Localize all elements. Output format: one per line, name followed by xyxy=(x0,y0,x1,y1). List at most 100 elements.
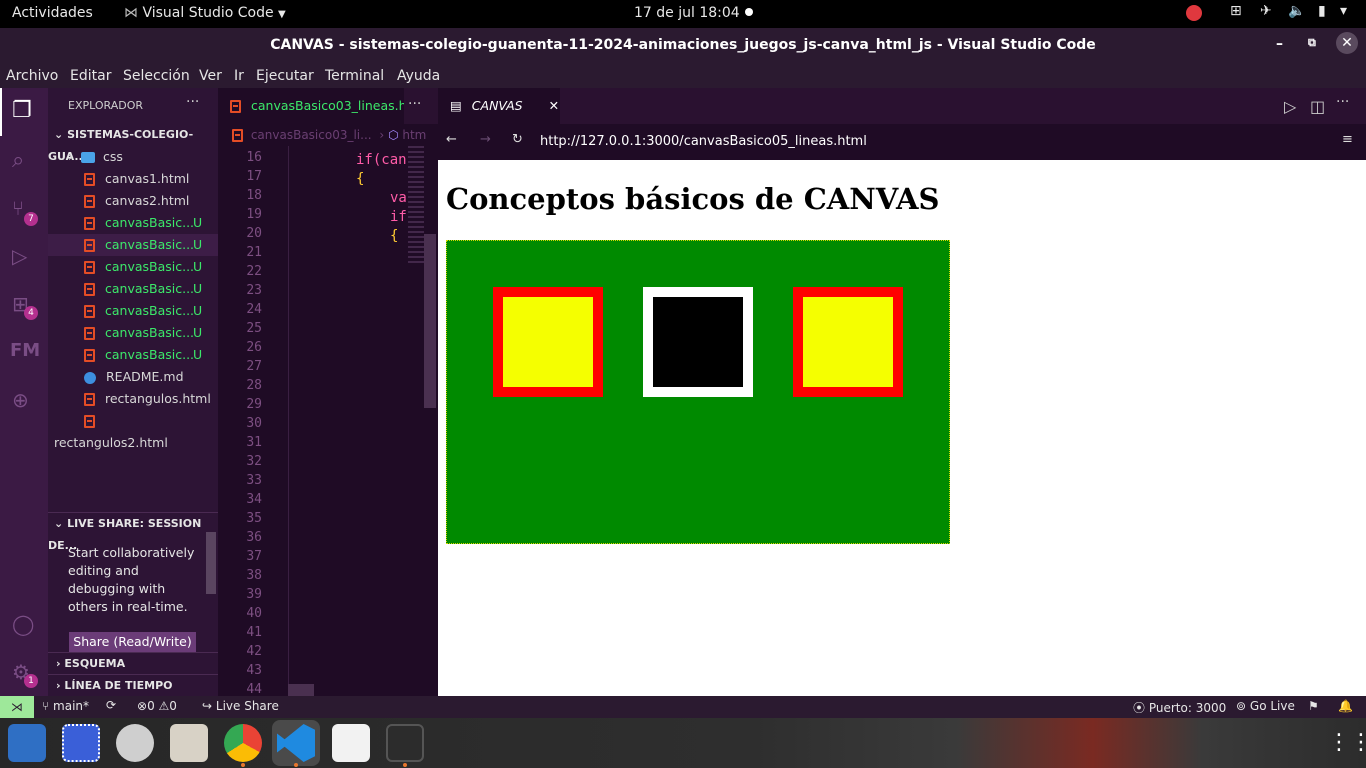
file-item[interactable]: canvasBasic... U xyxy=(48,344,218,366)
file-item[interactable]: canvasBasic... U xyxy=(48,256,218,278)
liveshare-section-header[interactable]: ⌄ LIVE SHARE: SESSION DE... xyxy=(48,512,218,552)
volume-icon[interactable]: 🔈 xyxy=(1288,3,1305,19)
url-bar[interactable]: http://127.0.0.1:3000/canvasBasico05_lin… xyxy=(540,134,867,149)
feedback-icon[interactable]: ⚑ xyxy=(1308,699,1319,713)
airplane-icon[interactable]: ✈ xyxy=(1260,3,1272,19)
bell-icon[interactable]: 🔔 xyxy=(1338,699,1353,713)
file-item[interactable]: rectangulos.html xyxy=(48,388,218,410)
horizontal-scrollbar[interactable] xyxy=(288,684,314,696)
golive-status[interactable]: ⊚ Go Live xyxy=(1236,699,1295,713)
more-actions-icon[interactable]: ··· xyxy=(186,94,199,110)
network-icon[interactable]: ⊞ xyxy=(1230,3,1242,19)
menu-editar[interactable]: Editar xyxy=(70,68,111,84)
back-icon[interactable]: ← xyxy=(446,132,457,147)
show-apps-icon[interactable]: ⋮⋮ xyxy=(1328,730,1366,755)
info-icon xyxy=(84,371,96,384)
editor-scrollbar[interactable] xyxy=(424,234,436,408)
forward-icon[interactable]: → xyxy=(480,132,491,147)
code-area[interactable]: 16 17 18 19 20 21 22 23 24 25 26 27 28 29 30 31 32 33 34 35… xyxy=(218,146,438,697)
terminal-app-icon[interactable] xyxy=(386,724,424,762)
search-icon[interactable]: ⌕ xyxy=(12,148,24,173)
file-item[interactable]: canvas1.html xyxy=(48,168,218,190)
close-window-icon[interactable]: ✕ xyxy=(1336,32,1358,54)
minimap[interactable] xyxy=(408,146,424,266)
html-file-icon xyxy=(232,129,243,142)
menu-ir[interactable]: Ir xyxy=(234,68,244,84)
explorer-icon[interactable]: ❐ xyxy=(12,98,32,123)
file-item[interactable]: README.md xyxy=(48,366,218,388)
canvas-square-outer xyxy=(493,287,603,397)
file-item[interactable]: canvasBasic... U xyxy=(48,322,218,344)
problems-status[interactable]: ⊗0 ⚠0 xyxy=(137,699,177,713)
menu-ayuda[interactable]: Ayuda xyxy=(397,68,440,84)
account-icon[interactable]: ◯ xyxy=(12,612,34,636)
warning-icon: ⚠ xyxy=(158,699,170,713)
clock[interactable]: 17 de jul 18:04 xyxy=(634,5,740,21)
file-item[interactable]: canvasBasic... U xyxy=(48,212,218,234)
html-file-icon xyxy=(84,173,95,186)
element-icon: ⬡ xyxy=(388,128,399,142)
files-app-icon[interactable] xyxy=(170,724,208,762)
file-item[interactable]: canvasBasic... U xyxy=(48,278,218,300)
status-bar: ⋊ ⑂ main* ⟳ ⊗0 ⚠0 ↪ Live Share ⦿ Puerto:… xyxy=(0,696,1366,718)
port-status[interactable]: ⦿ Puerto: 3000 xyxy=(1133,699,1226,716)
error-icon: ⊗ xyxy=(137,699,148,713)
file-manager-icon[interactable]: FM xyxy=(10,340,40,361)
more-actions-icon[interactable]: ··· xyxy=(1336,94,1349,110)
outline-section[interactable]: › ESQUEMA xyxy=(48,652,218,674)
notification-dot-icon xyxy=(745,8,753,16)
run-icon[interactable]: ▷ xyxy=(1284,97,1296,116)
workspace-root[interactable]: ⌄ SISTEMAS-COLEGIO-GUA... xyxy=(48,124,218,163)
html-file-icon xyxy=(84,217,95,230)
menu-terminal[interactable]: Terminal xyxy=(325,68,384,84)
timeline-section[interactable]: › LÍNEA DE TIEMPO xyxy=(48,674,218,696)
manage-badge: 1 xyxy=(24,674,38,688)
settings-app-icon[interactable] xyxy=(116,724,154,762)
menu-ejecutar[interactable]: Ejecutar xyxy=(256,68,314,84)
maximize-icon[interactable]: ⧉ xyxy=(1308,36,1316,50)
editor-tab-active[interactable]: canvasBasico03_lineas.htm xyxy=(218,88,404,124)
app-menu[interactable]: ⋈ Visual Studio Code ▼ xyxy=(124,5,286,21)
branch-status[interactable]: ⑂ main* xyxy=(42,699,89,713)
text-editor-app-icon[interactable] xyxy=(332,724,370,762)
file-item[interactable]: canvas2.html xyxy=(48,190,218,212)
code-token: if xyxy=(390,209,407,225)
line-number: 44 xyxy=(246,682,262,697)
menu-ver[interactable]: Ver xyxy=(199,68,222,84)
menu-seleccion[interactable]: Selección xyxy=(123,68,190,84)
system-menu-chevron-icon[interactable]: ▾ xyxy=(1340,3,1347,19)
battery-icon[interactable]: ▮ xyxy=(1318,3,1326,19)
source-control-icon[interactable]: ⑂ xyxy=(12,196,24,220)
close-tab-icon[interactable]: ✕ xyxy=(549,98,559,113)
activities-button[interactable]: Actividades xyxy=(12,5,93,21)
app-name: Visual Studio Code xyxy=(142,5,274,21)
menu-icon[interactable]: ≡ xyxy=(1342,132,1353,147)
canvas-square-inner xyxy=(653,297,743,387)
untracked-badge: U xyxy=(193,303,203,318)
reload-icon[interactable]: ↻ xyxy=(512,132,523,147)
line-number: 18 xyxy=(246,188,262,203)
writer-app-icon[interactable] xyxy=(8,724,46,762)
file-item[interactable]: rectangulos2.html xyxy=(48,410,218,450)
share-button[interactable]: Share (Read/Write) xyxy=(69,632,196,652)
line-number: 16 xyxy=(246,150,262,165)
minimize-icon[interactable]: – xyxy=(1276,36,1283,52)
run-debug-icon[interactable]: ▷ xyxy=(12,244,27,268)
sync-icon[interactable]: ⟳ xyxy=(106,698,116,712)
screenshot-app-icon[interactable] xyxy=(62,724,100,762)
sidebar-scrollbar[interactable] xyxy=(206,532,216,594)
remote-indicator-icon[interactable]: ⋊ xyxy=(0,696,34,718)
liveshare-status[interactable]: ↪ Live Share xyxy=(202,699,279,713)
split-editor-icon[interactable]: ◫ xyxy=(1310,97,1325,116)
do-not-disturb-icon[interactable] xyxy=(1186,5,1202,21)
remote-explorer-icon[interactable]: ⊕ xyxy=(12,388,29,412)
preview-tab[interactable]: ▤ CANVAS ✕ xyxy=(438,88,560,124)
file-item-selected[interactable]: canvasBasic... U xyxy=(48,234,218,256)
canvas-element[interactable] xyxy=(446,240,950,544)
chrome-app-icon[interactable] xyxy=(224,724,262,762)
line-number: 19 xyxy=(246,207,262,222)
file-item[interactable]: canvasBasic... U xyxy=(48,300,218,322)
folder-css[interactable]: › css xyxy=(48,146,218,168)
more-actions-icon[interactable]: ··· xyxy=(408,96,421,112)
menu-archivo[interactable]: Archivo xyxy=(6,68,58,84)
